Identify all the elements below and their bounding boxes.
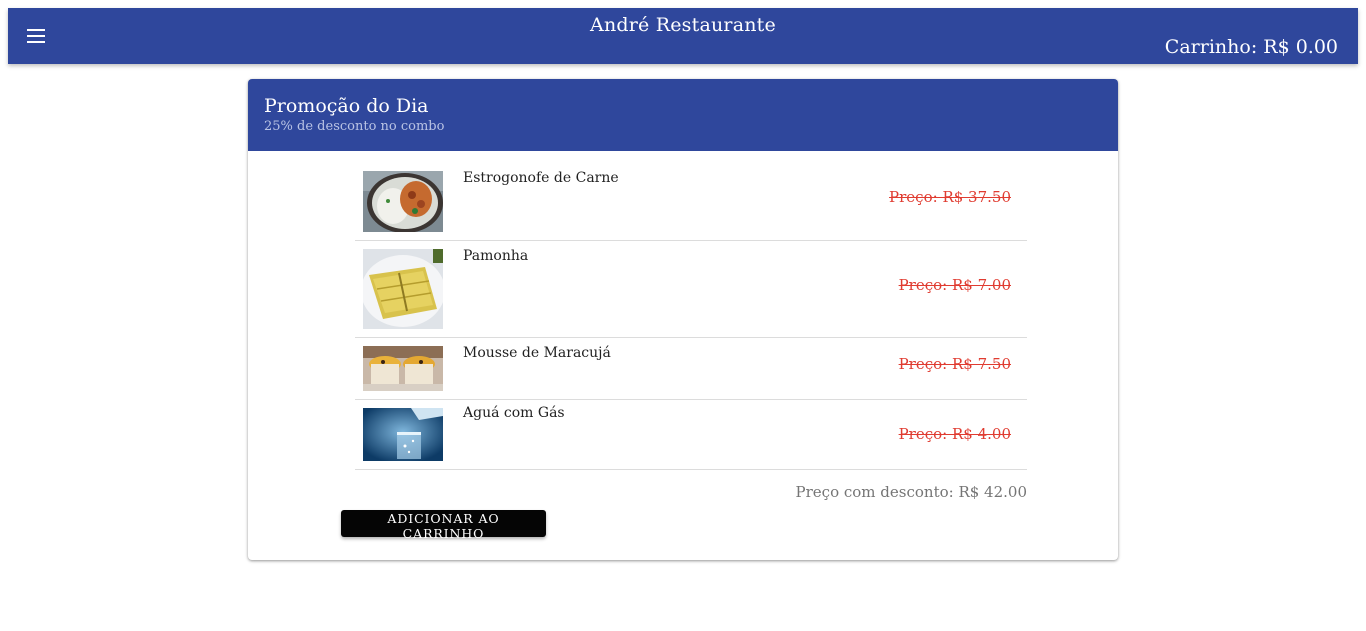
item-price: Preço: R$ 7.00 xyxy=(898,276,1011,294)
stroganoff-dish-photo xyxy=(363,171,443,232)
item-name: Mousse de Maracujá xyxy=(463,345,611,361)
item-price: Preço: R$ 4.00 xyxy=(898,425,1011,443)
pamonha-photo xyxy=(363,249,443,329)
item-name: Pamonha xyxy=(463,248,529,264)
list-item: Pamonha Preço: R$ 7.00 xyxy=(355,241,1027,338)
list-item: Estrogonofe de Carne Preço: R$ 37.50 xyxy=(355,163,1027,241)
item-price: Preço: R$ 7.50 xyxy=(898,355,1011,373)
promo-title: Promoção do Dia xyxy=(264,95,429,117)
list-item: Mousse de Maracujá Preço: R$ 7.50 xyxy=(355,338,1027,400)
sparkling-water-photo xyxy=(363,408,443,461)
combo-item-list: Estrogonofe de Carne Preço: R$ 37.50 Pam… xyxy=(355,163,1027,470)
cart-total[interactable]: Carrinho: R$ 0.00 xyxy=(1165,36,1338,58)
app-title: André Restaurante xyxy=(590,14,776,36)
promo-card: Promoção do Dia 25% de desconto no combo xyxy=(248,79,1118,560)
item-name: Aguá com Gás xyxy=(463,405,565,421)
add-to-cart-button[interactable]: ADICIONAR AO CARRINHO xyxy=(341,510,546,541)
passion-fruit-mousse-photo xyxy=(363,346,443,391)
list-item: Aguá com Gás Preço: R$ 4.00 xyxy=(355,400,1027,470)
item-name: Estrogonofe de Carne xyxy=(463,170,619,186)
item-price: Preço: R$ 37.50 xyxy=(889,188,1011,206)
app-toolbar: André Restaurante Carrinho: R$ 0.00 xyxy=(8,8,1358,64)
promo-card-header: Promoção do Dia 25% de desconto no combo xyxy=(248,79,1118,151)
discounted-total: Preço com desconto: R$ 42.00 xyxy=(795,483,1027,501)
promo-subtitle: 25% de desconto no combo xyxy=(264,119,445,134)
